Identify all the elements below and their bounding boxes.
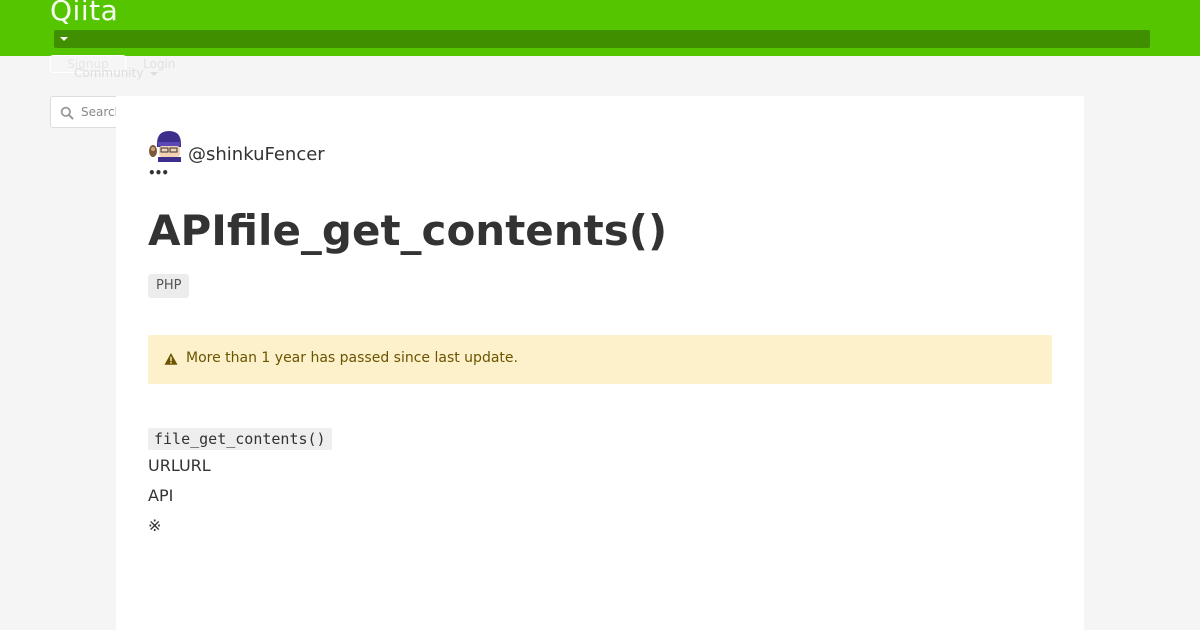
body-paragraph: API [148, 486, 174, 505]
more-options-icon[interactable]: ••• [148, 166, 169, 180]
community-menu[interactable]: Community [74, 66, 143, 80]
site-header: Qiita [0, 0, 1200, 56]
body-paragraph: URLURL [148, 456, 211, 475]
article-body: file_get_contents() URLURL API ※ [148, 428, 332, 535]
avatar[interactable] [148, 128, 182, 162]
inline-code: file_get_contents() [148, 428, 332, 450]
search-icon [60, 106, 74, 120]
body-paragraph: ※ [148, 516, 162, 535]
article-title: APIfile_get_contents() [148, 206, 668, 255]
login-link[interactable]: Login [143, 57, 175, 71]
outdated-alert: More than 1 year has passed since last u… [148, 335, 1052, 384]
chevron-down-icon [150, 72, 158, 76]
author-username[interactable]: @shinkuFencer [188, 144, 325, 165]
caret-down-icon [60, 37, 68, 41]
warning-icon [164, 353, 178, 365]
alert-message: More than 1 year has passed since last u… [186, 350, 518, 366]
qiita-logo[interactable]: Qiita [50, 0, 118, 27]
article-card: @shinkuFencer ••• APIfile_get_contents()… [116, 96, 1084, 630]
header-dropdown-bar[interactable] [54, 30, 1150, 48]
tag-php[interactable]: PHP [148, 274, 190, 298]
